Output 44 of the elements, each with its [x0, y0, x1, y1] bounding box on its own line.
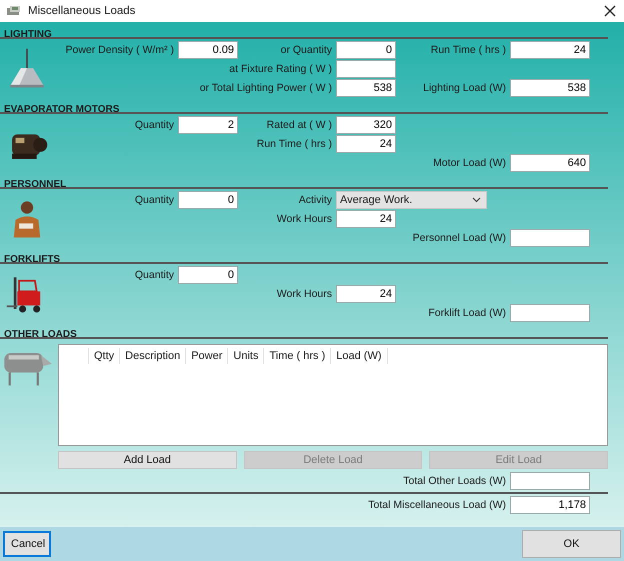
field-label: Personnel Load (W): [412, 232, 506, 244]
field-label: Power Density ( W/m² ): [65, 44, 174, 56]
ok-button[interactable]: OK: [522, 530, 621, 558]
field-label: Activity: [298, 194, 332, 206]
field-label: Total Other Loads (W): [403, 475, 506, 487]
input-field[interactable]: 1,178: [510, 496, 590, 514]
field-label: or Total Lighting Power ( W ): [200, 82, 332, 94]
input-field[interactable]: 640: [510, 154, 590, 172]
field-label: Quantity: [134, 119, 174, 131]
column-header: Power: [186, 348, 228, 364]
field-label: Lighting Load (W): [423, 82, 506, 94]
column-header: Description: [120, 348, 186, 364]
field-label: Run Time ( hrs ): [430, 44, 506, 56]
field-label: Rated at ( W ): [266, 119, 332, 131]
activity-dropdown[interactable]: Average Work.: [336, 191, 487, 209]
input-field[interactable]: 24: [336, 285, 396, 303]
field-label: Work Hours: [276, 213, 332, 225]
column-header: Load (W): [331, 348, 388, 364]
field-label: at Fixture Rating ( W ): [229, 63, 332, 75]
input-field[interactable]: 0: [178, 266, 238, 284]
window-title: Miscellaneous Loads: [28, 5, 136, 17]
input-field[interactable]: 0: [336, 41, 396, 59]
load-button[interactable]: Add Load: [58, 451, 237, 469]
field-label: or Quantity: [280, 44, 332, 56]
cancel-button[interactable]: Cancel: [3, 531, 51, 557]
input-field[interactable]: 2: [178, 116, 238, 134]
column-header: Units: [228, 348, 264, 364]
input-field[interactable]: 320: [336, 116, 396, 134]
column-header: Qtty: [89, 348, 120, 364]
field-label: Forklift Load (W): [428, 307, 506, 319]
input-field[interactable]: 538: [510, 79, 590, 97]
input-field[interactable]: 0.09: [178, 41, 238, 59]
field-label: Motor Load (W): [433, 157, 506, 169]
column-header: Time ( hrs ): [264, 348, 332, 364]
field-label: Quantity: [134, 194, 174, 206]
field-label: Run Time ( hrs ): [256, 138, 332, 150]
input-field[interactable]: 538: [336, 79, 396, 97]
field-label: Work Hours: [276, 288, 332, 300]
input-field[interactable]: 24: [510, 41, 590, 59]
field-label: Quantity: [134, 269, 174, 281]
input-field[interactable]: 24: [336, 210, 396, 228]
input-field[interactable]: 24: [336, 135, 396, 153]
field-label: Total Miscellaneous Load (W): [368, 499, 506, 511]
input-field[interactable]: 0: [178, 191, 238, 209]
